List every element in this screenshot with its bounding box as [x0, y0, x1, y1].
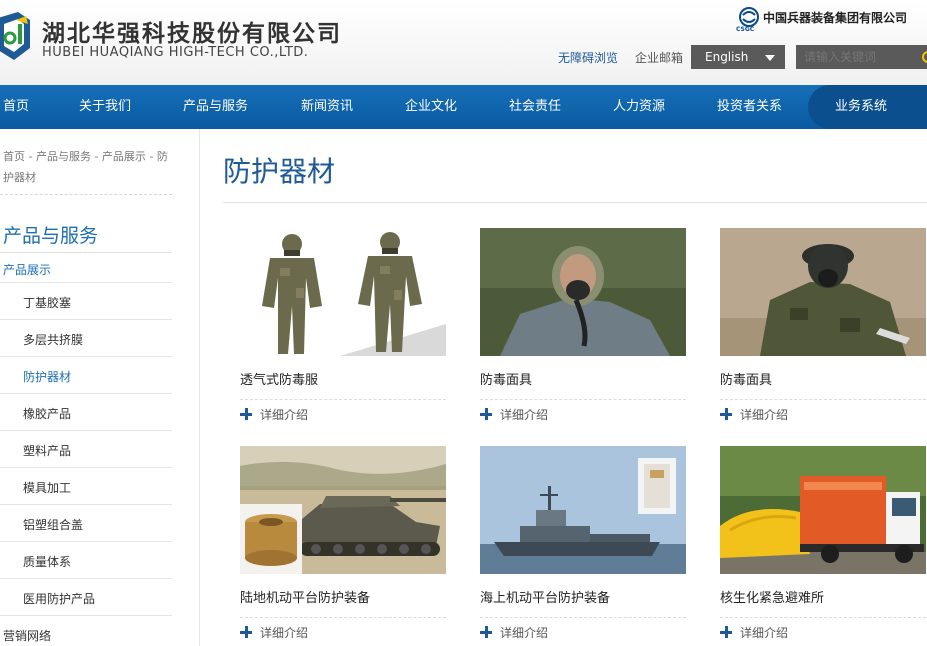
truck-photo[interactable]	[720, 446, 926, 574]
card-divider	[240, 399, 446, 400]
csgc-logo-icon	[739, 7, 759, 27]
chevron-down-icon	[765, 55, 775, 61]
product-name[interactable]: 透气式防毒服	[240, 369, 318, 388]
nav-item-products[interactable]: 产品与服务	[183, 85, 248, 129]
brand-name-cn: 湖北华强科技股份有限公司	[42, 21, 342, 47]
plus-icon	[240, 626, 252, 638]
product-card[interactable]: 核生化紧急避难所 详细介绍	[720, 446, 926, 640]
company-logo-icon[interactable]	[0, 10, 32, 62]
nav-item-news[interactable]: 新闻资讯	[301, 85, 353, 129]
detail-link-label: 详细介绍	[500, 408, 549, 422]
gas-mask-photo[interactable]	[480, 228, 686, 356]
sidebar-item-label: 橡胶产品	[23, 407, 72, 421]
csgc-logo-text: CSGC	[736, 26, 755, 33]
title-divider	[223, 202, 927, 203]
plus-icon	[480, 408, 492, 420]
card-divider	[720, 399, 926, 400]
sidebar-item[interactable]: 医用防护产品	[0, 578, 172, 615]
group-name[interactable]: 中国兵器装备集团有限公司	[763, 9, 907, 26]
nav-item-business-system[interactable]: 业务系统	[808, 85, 927, 129]
plus-icon	[720, 626, 732, 638]
card-divider	[480, 617, 686, 618]
breadcrumb-divider	[0, 194, 172, 195]
sidebar: 首页 - 产品与服务 - 产品展示 - 防护器材 产品与服务 产品展示 丁基胶塞…	[0, 129, 200, 646]
mail-link[interactable]: 企业邮箱	[635, 49, 683, 66]
detail-link-label: 详细介绍	[260, 626, 309, 640]
nav-item-about[interactable]: 关于我们	[79, 85, 131, 129]
sidebar-item[interactable]: 铝塑组合盖	[0, 504, 172, 541]
product-card[interactable]: 防毒面具 详细介绍	[720, 228, 926, 422]
product-card[interactable]: 海上机动平台防护装备 详细介绍	[480, 446, 686, 640]
card-divider	[240, 617, 446, 618]
main-nav: 首页 关于我们 产品与服务 新闻资讯 企业文化 社会责任 人力资源 投资者关系 …	[0, 85, 927, 129]
sidebar-item-active[interactable]: 防护器材	[0, 356, 172, 393]
sidebar-title-divider	[0, 252, 172, 253]
sidebar-item[interactable]: 橡胶产品	[0, 393, 172, 430]
gas-mask-photo[interactable]	[720, 228, 926, 356]
sidebar-item-label: 多层共挤膜	[23, 333, 84, 347]
language-label: English	[705, 50, 749, 64]
ship-photo[interactable]	[480, 446, 686, 574]
sidebar-item[interactable]: 质量体系	[0, 541, 172, 578]
plus-icon	[480, 626, 492, 638]
product-card[interactable]: 防毒面具 详细介绍	[480, 228, 686, 422]
sidebar-item-label: 防护器材	[23, 370, 72, 384]
nav-system-label: 业务系统	[835, 99, 888, 114]
detail-link-label: 详细介绍	[740, 626, 789, 640]
sidebar-item-label: 塑料产品	[23, 444, 72, 458]
detail-link-label: 详细介绍	[260, 408, 309, 422]
sidebar-item-label: 模具加工	[23, 481, 72, 495]
nav-item-responsibility[interactable]: 社会责任	[509, 85, 561, 129]
sidebar-item-label: 质量体系	[23, 555, 72, 569]
product-card[interactable]: 透气式防毒服 详细介绍	[240, 228, 446, 422]
detail-link-label: 详细介绍	[500, 626, 549, 640]
nav-item-investors[interactable]: 投资者关系	[717, 85, 782, 129]
accessibility-link[interactable]: 无障碍浏览	[558, 49, 618, 66]
sidebar-item-label: 丁基胶塞	[23, 296, 72, 310]
nav-item-culture[interactable]: 企业文化	[405, 85, 457, 129]
search-icon[interactable]	[920, 45, 927, 69]
product-name[interactable]: 核生化紧急避难所	[720, 587, 824, 606]
product-name[interactable]: 防毒面具	[480, 369, 532, 388]
product-name[interactable]: 陆地机动平台防护装备	[240, 587, 370, 606]
sidebar-divider	[0, 615, 172, 616]
brand-name-en: HUBEI HUAQIANG HIGH-TECH CO.,LTD.	[42, 45, 309, 60]
card-divider	[720, 617, 926, 618]
protective-suit-photo[interactable]	[240, 228, 446, 356]
sidebar-item-sales-network[interactable]: 营销网络	[3, 627, 51, 644]
nav-item-hr[interactable]: 人力资源	[613, 85, 665, 129]
detail-link-label: 详细介绍	[740, 408, 789, 422]
sidebar-item[interactable]: 塑料产品	[0, 430, 172, 467]
sidebar-item[interactable]: 多层共挤膜	[0, 319, 172, 356]
sidebar-item-label: 铝塑组合盖	[23, 518, 84, 532]
card-divider	[480, 399, 686, 400]
plus-icon	[240, 408, 252, 420]
breadcrumb[interactable]: 首页 - 产品与服务 - 产品展示 - 防护器材	[3, 146, 175, 188]
product-card[interactable]: 陆地机动平台防护装备 详细介绍	[240, 446, 446, 640]
product-name[interactable]: 防毒面具	[720, 369, 772, 388]
plus-icon	[720, 408, 732, 420]
language-select[interactable]: English	[691, 45, 785, 69]
sidebar-item-label: 医用防护产品	[23, 592, 96, 606]
product-name[interactable]: 海上机动平台防护装备	[480, 587, 610, 606]
sidebar-title: 产品与服务	[3, 225, 99, 247]
site-header: 湖北华强科技股份有限公司 HUBEI HUAQIANG HIGH-TECH CO…	[0, 0, 927, 85]
page-title: 防护器材	[223, 155, 336, 188]
sidebar-item[interactable]: 丁基胶塞	[0, 282, 172, 319]
sidebar-item-product-display[interactable]: 产品展示	[3, 261, 51, 278]
search-input[interactable]	[796, 45, 920, 69]
tank-photo[interactable]	[240, 446, 446, 574]
sidebar-item[interactable]: 模具加工	[0, 467, 172, 504]
nav-item-home[interactable]: 首页	[3, 85, 29, 129]
